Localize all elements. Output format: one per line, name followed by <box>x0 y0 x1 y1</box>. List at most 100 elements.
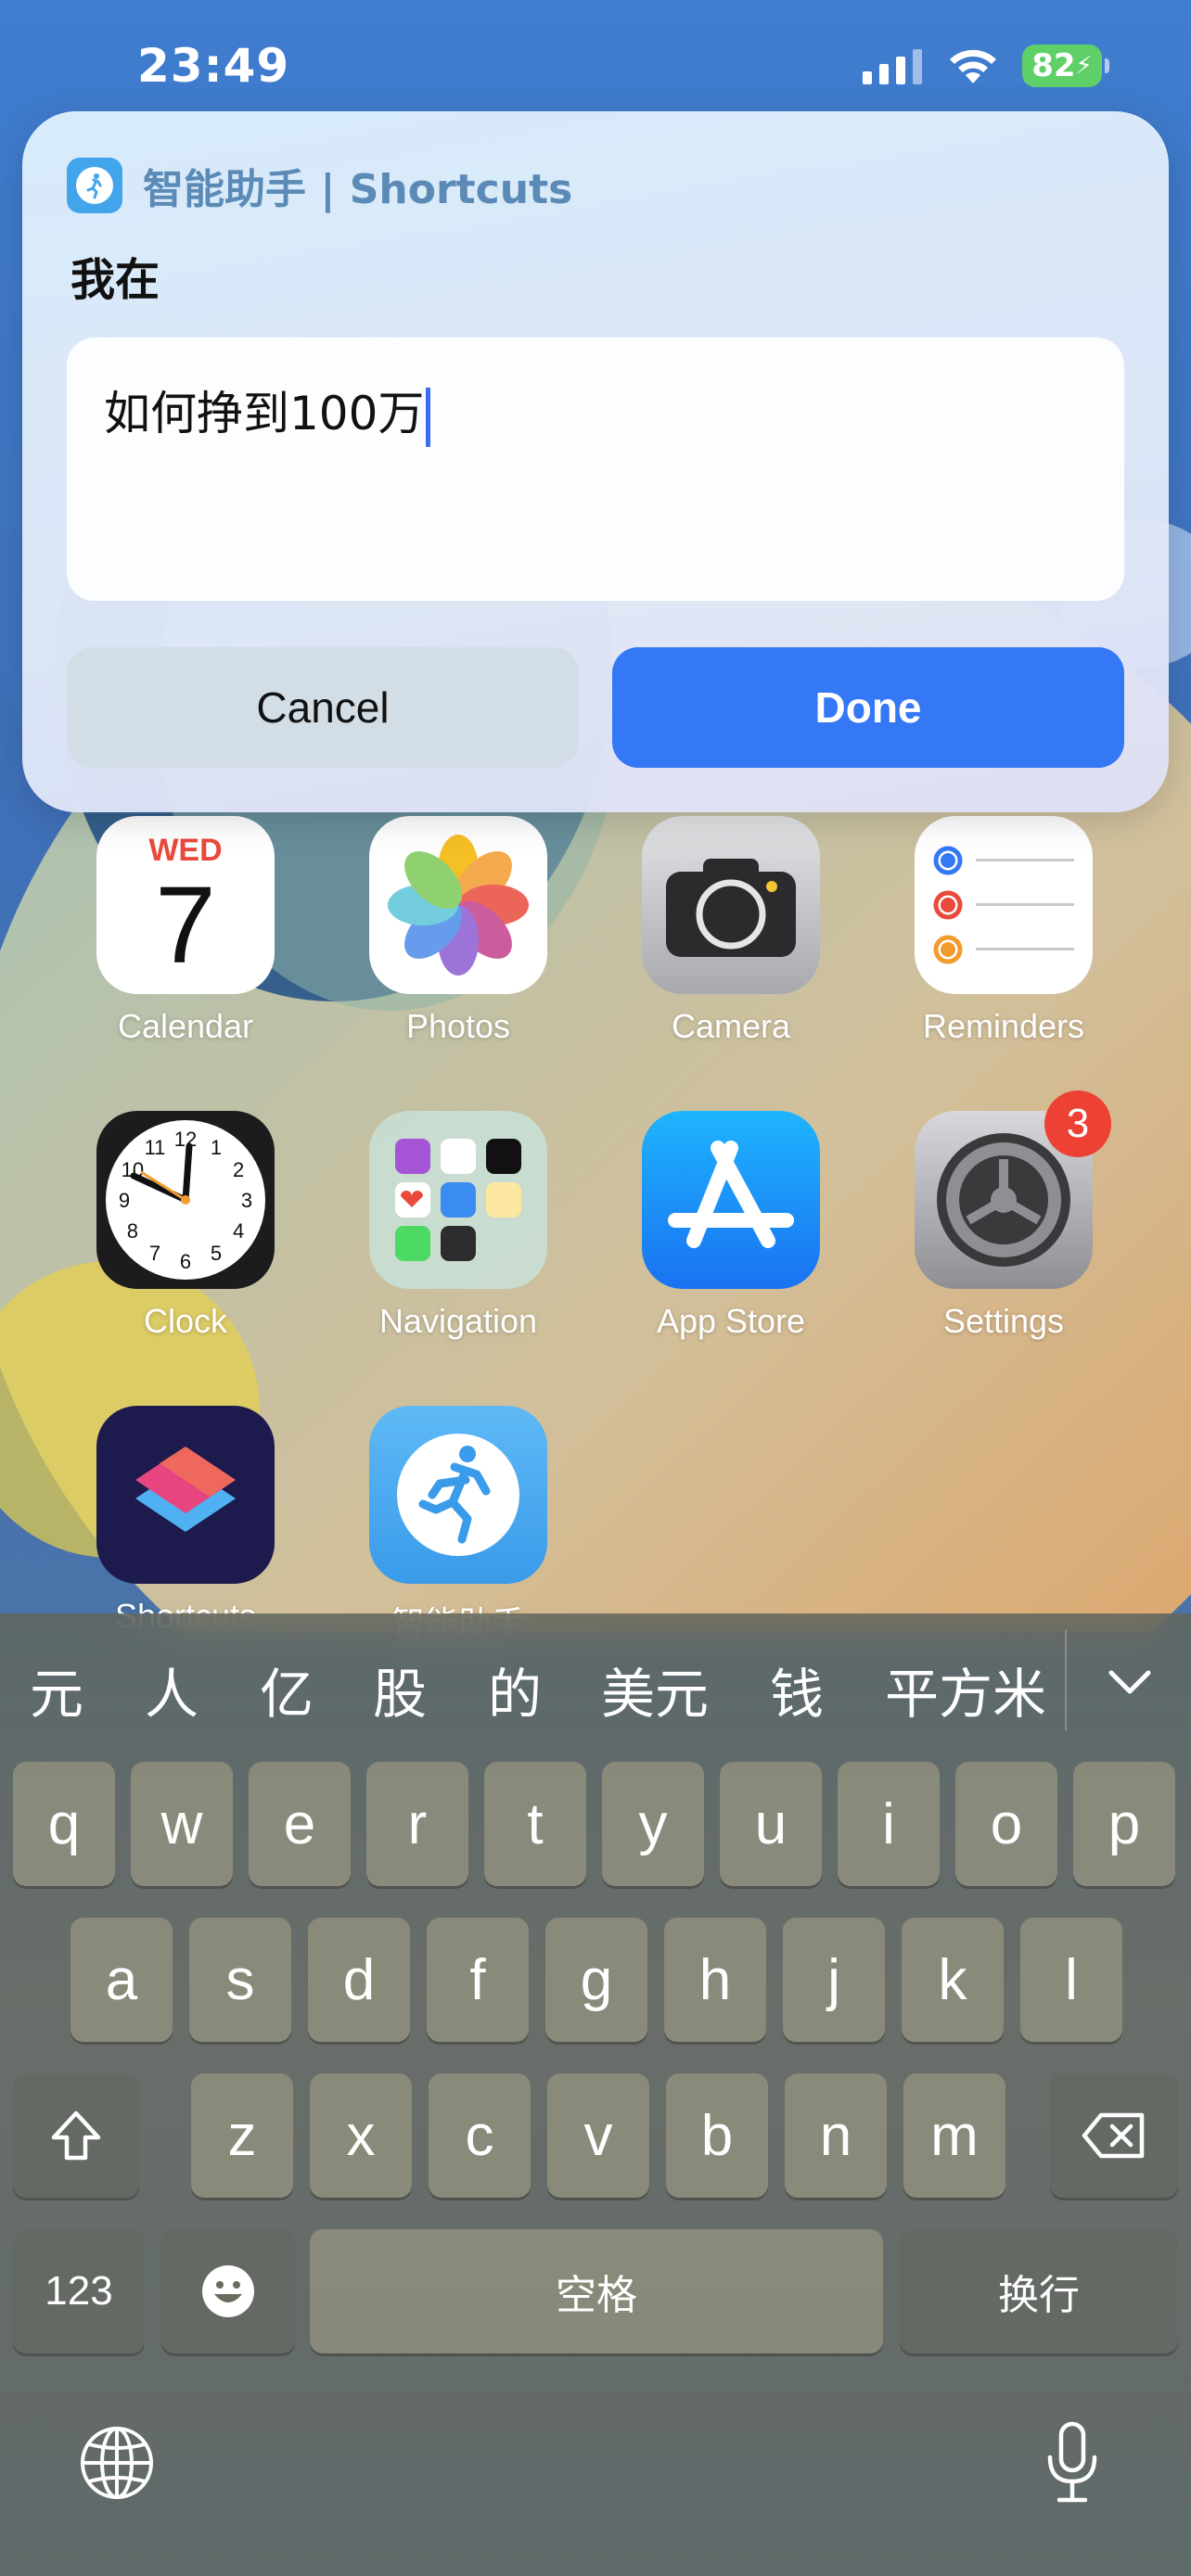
key-j[interactable]: j <box>783 1918 885 2042</box>
clock-numeral: 7 <box>149 1242 160 1265</box>
key-t[interactable]: t <box>484 1762 586 1886</box>
key-d[interactable]: d <box>308 1918 410 2042</box>
done-button[interactable]: Done <box>612 647 1124 768</box>
app-label: Calendar <box>117 1007 254 1045</box>
status-time: 23:49 <box>137 39 290 93</box>
emoji-icon <box>202 2265 254 2317</box>
numbers-key[interactable]: 123 <box>13 2229 145 2353</box>
key-m[interactable]: m <box>903 2073 1005 2198</box>
text-input-value: 如何挣到100万 <box>104 387 425 440</box>
app-label: Reminders <box>922 1007 1085 1045</box>
globe-icon[interactable] <box>78 2424 156 2502</box>
candidate-divider <box>1065 1630 1067 1730</box>
text-caret <box>426 387 431 447</box>
reminders-icon <box>915 816 1093 994</box>
cancel-button[interactable]: Cancel <box>67 647 579 768</box>
space-key[interactable]: 空格 <box>310 2229 883 2353</box>
candidate-word[interactable]: 人 <box>145 1651 198 1728</box>
key-r[interactable]: r <box>366 1762 468 1886</box>
candidate-word[interactable]: 元 <box>30 1651 83 1728</box>
candidate-word[interactable]: 钱 <box>770 1651 824 1728</box>
key-y[interactable]: y <box>602 1762 704 1886</box>
clock-numeral: 8 <box>127 1219 138 1243</box>
wifi-icon <box>950 49 996 83</box>
microphone-icon[interactable] <box>1043 2420 1102 2506</box>
candidate-word[interactable]: 的 <box>488 1651 542 1728</box>
key-c[interactable]: c <box>429 2073 531 2198</box>
clock-numeral: 2 <box>233 1158 244 1181</box>
calendar-date: 7 <box>155 864 216 987</box>
key-l[interactable]: l <box>1020 1918 1122 2042</box>
keyboard: 元 人 亿 股 的 美元 钱 平方米 q w e r t y u i o p a… <box>0 1613 1191 2576</box>
emoji-key[interactable] <box>161 2229 295 2353</box>
clock-numeral: 11 <box>145 1136 166 1159</box>
shift-icon <box>51 2111 101 2161</box>
chevron-down-icon[interactable] <box>1100 1652 1159 1712</box>
app-label: Navigation <box>378 1302 538 1340</box>
app-label: App Store <box>656 1302 806 1340</box>
key-e[interactable]: e <box>249 1762 351 1886</box>
clock-numeral: 3 <box>241 1189 252 1212</box>
key-s[interactable]: s <box>189 1918 291 2042</box>
clock-numeral: 1 <box>211 1136 222 1159</box>
key-k[interactable]: k <box>902 1918 1004 2042</box>
assistant-icon <box>67 158 122 213</box>
app-photos[interactable]: Photos <box>347 816 570 1046</box>
dialog-header: 智能助手 | Shortcuts <box>67 156 572 215</box>
app-reminders[interactable]: Reminders <box>892 816 1115 1046</box>
key-i[interactable]: i <box>838 1762 940 1886</box>
notification-badge: 3 <box>1044 1090 1111 1157</box>
shift-key[interactable] <box>13 2073 139 2198</box>
candidate-word[interactable]: 平方米 <box>885 1651 1046 1728</box>
camera-icon <box>642 816 820 994</box>
app-store-icon <box>642 1111 820 1289</box>
key-w[interactable]: w <box>131 1762 233 1886</box>
key-n[interactable]: n <box>785 2073 887 2198</box>
calendar-icon: WED 7 <box>96 816 275 994</box>
app-shortcuts[interactable]: Shortcuts <box>74 1406 297 1636</box>
app-settings[interactable]: 3 Settings <box>892 1090 1115 1341</box>
key-z[interactable]: z <box>191 2073 293 2198</box>
app-assistant[interactable]: 智能助手 <box>347 1406 570 1645</box>
battery-level: 82 <box>1031 47 1076 84</box>
key-p[interactable]: p <box>1073 1762 1175 1886</box>
key-b[interactable]: b <box>666 2073 768 2198</box>
key-q[interactable]: q <box>13 1762 115 1886</box>
app-clock[interactable]: 12 1 2 3 4 5 6 7 8 9 10 11 Clock <box>74 1111 297 1341</box>
app-camera[interactable]: Camera <box>620 816 842 1046</box>
app-navigation-folder[interactable]: Navigation <box>347 1111 570 1341</box>
battery-indicator: 82 ⚡ <box>1022 45 1109 87</box>
candidate-word[interactable]: 美元 <box>601 1651 709 1728</box>
key-x[interactable]: x <box>310 2073 412 2198</box>
text-input-value-wrap: 如何挣到100万 <box>104 376 431 447</box>
app-calendar[interactable]: WED 7 Calendar <box>74 816 297 1046</box>
charging-bolt-icon: ⚡ <box>1075 52 1093 80</box>
return-key[interactable]: 换行 <box>900 2229 1178 2353</box>
text-input[interactable]: 如何挣到100万 <box>67 338 1124 601</box>
photos-icon <box>369 816 547 994</box>
key-f[interactable]: f <box>427 1918 529 2042</box>
folder-icon <box>369 1111 547 1289</box>
app-app-store[interactable]: App Store <box>620 1111 842 1341</box>
clock-numeral: 9 <box>119 1189 130 1212</box>
candidate-word[interactable]: 股 <box>373 1651 427 1728</box>
key-h[interactable]: h <box>664 1918 766 2042</box>
candidate-word[interactable]: 亿 <box>260 1651 314 1728</box>
key-g[interactable]: g <box>545 1918 647 2042</box>
clock-numeral: 12 <box>174 1128 197 1151</box>
clock-icon: 12 1 2 3 4 5 6 7 8 9 10 11 <box>96 1111 275 1289</box>
shortcuts-icon <box>96 1406 275 1584</box>
shortcut-dialog: 智能助手 | Shortcuts 我在 如何挣到100万 Cancel Done <box>22 111 1169 812</box>
cellular-signal-icon <box>863 49 922 84</box>
clock-numeral: 6 <box>180 1250 191 1273</box>
key-u[interactable]: u <box>720 1762 822 1886</box>
delete-icon <box>1082 2112 1145 2159</box>
app-label: Camera <box>671 1007 791 1045</box>
delete-key[interactable] <box>1050 2073 1178 2198</box>
status-icons: 82 ⚡ <box>863 45 1109 87</box>
key-a[interactable]: a <box>70 1918 173 2042</box>
clock-numeral: 4 <box>233 1219 244 1243</box>
app-label: Photos <box>405 1007 511 1045</box>
key-v[interactable]: v <box>547 2073 649 2198</box>
key-o[interactable]: o <box>955 1762 1057 1886</box>
